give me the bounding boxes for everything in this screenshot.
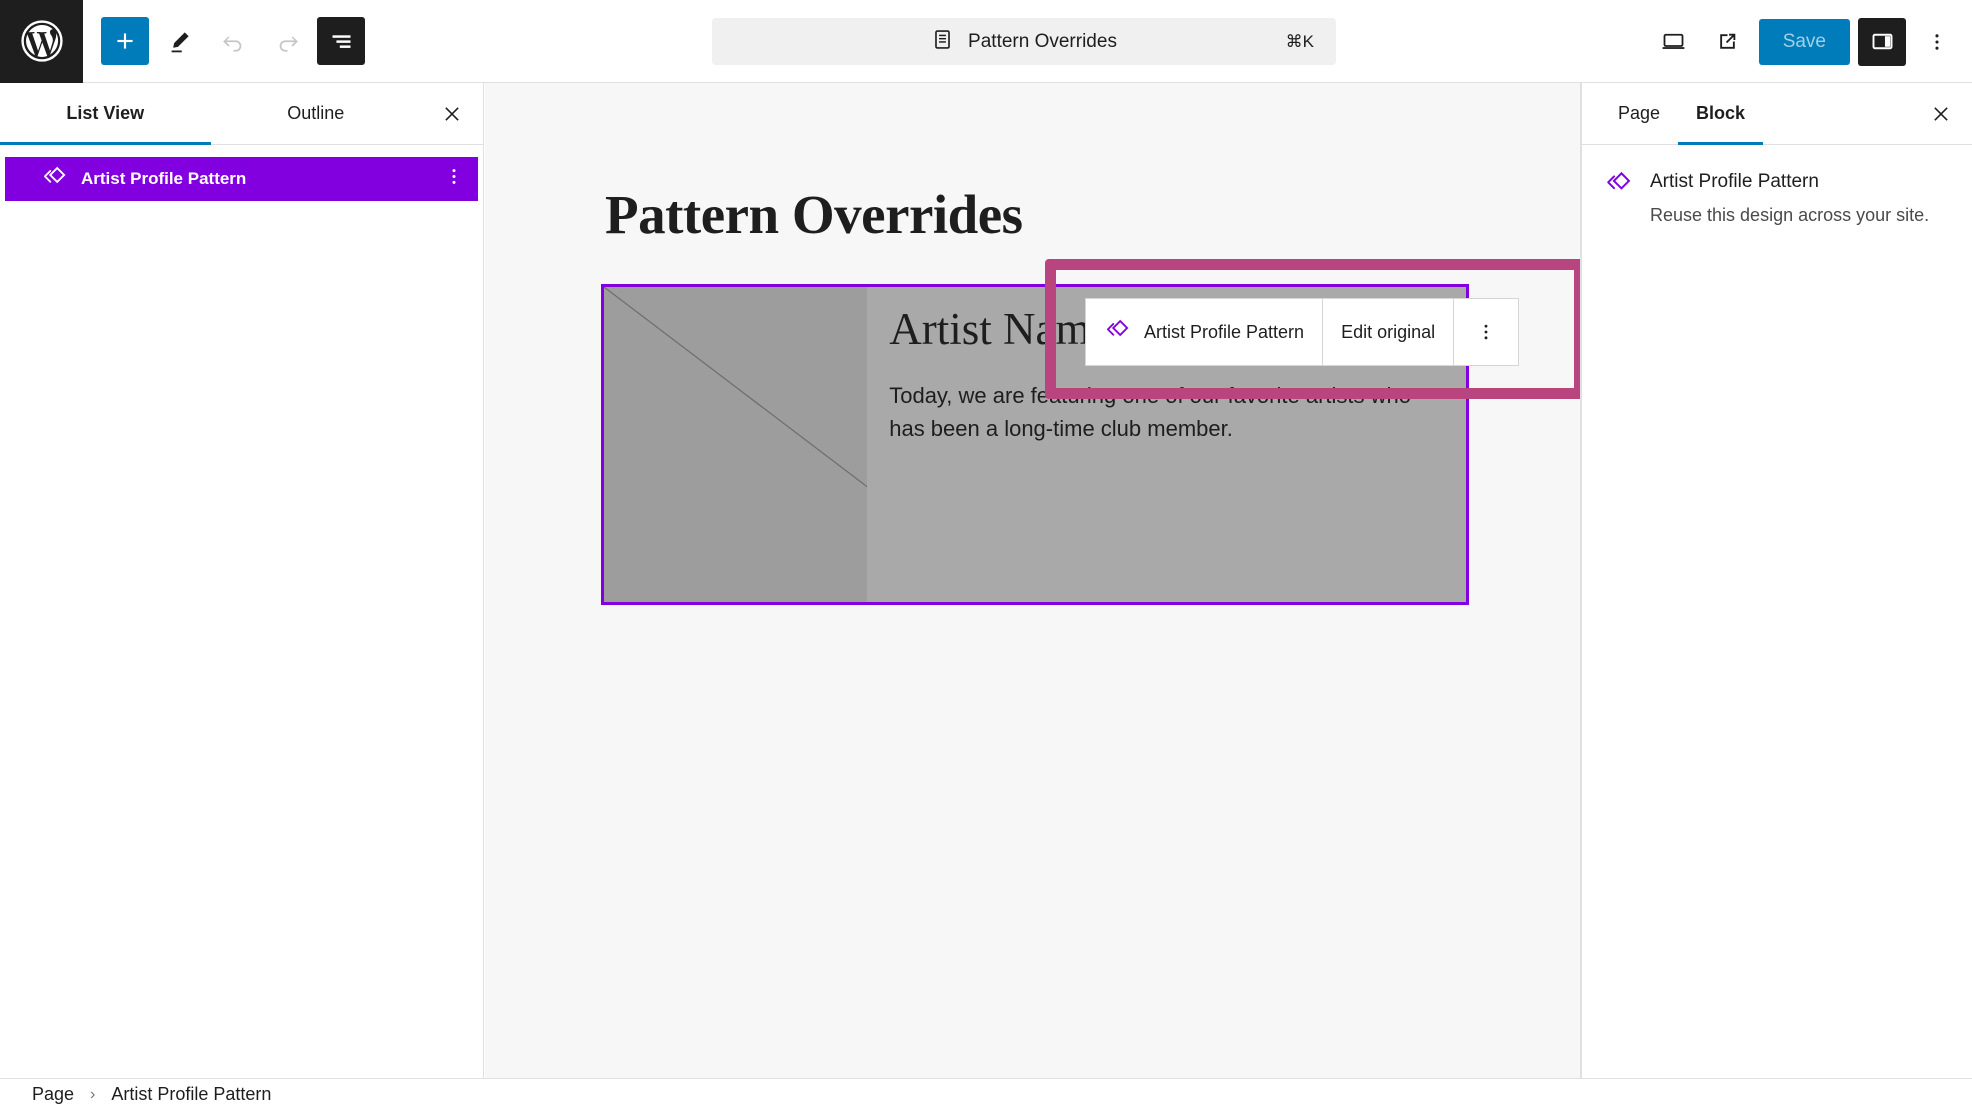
block-toolbar-pattern-label: Artist Profile Pattern [1144, 322, 1304, 343]
breadcrumb: Page › Artist Profile Pattern [0, 1078, 1972, 1110]
tab-page[interactable]: Page [1600, 83, 1678, 144]
pattern-icon [41, 164, 67, 195]
settings-sidebar: Page Block Artist Profile Pattern Reuse … [1581, 83, 1972, 1078]
block-info-title: Artist Profile Pattern [1650, 171, 1929, 193]
close-settings-icon[interactable] [1910, 83, 1972, 144]
more-options-icon[interactable] [1914, 19, 1960, 65]
document-overview-icon[interactable] [317, 17, 365, 65]
artist-description-paragraph[interactable]: Today, we are featuring one of our favor… [889, 379, 1442, 446]
page-document-icon [931, 28, 954, 56]
breadcrumb-item-artist-profile-pattern[interactable]: Artist Profile Pattern [111, 1084, 271, 1105]
page-title[interactable]: Pattern Overrides [605, 183, 1023, 246]
editor-canvas[interactable]: Pattern Overrides Artist Name To Go Here… [485, 83, 1581, 1078]
editor-header: Pattern Overrides ⌘K Save [0, 0, 1972, 83]
list-view-tabs: List View Outline [0, 83, 483, 145]
sidebar-toggle-icon[interactable] [1858, 18, 1906, 66]
breadcrumb-item-page[interactable]: Page [32, 1084, 74, 1105]
pattern-icon [1604, 169, 1632, 228]
redo-button[interactable] [263, 17, 311, 65]
save-button[interactable]: Save [1759, 19, 1850, 65]
add-block-button[interactable] [101, 17, 149, 65]
desktop-preview-icon[interactable] [1651, 19, 1697, 65]
block-editor-app: Pattern Overrides ⌘K Save [0, 0, 1972, 1110]
list-item-options-icon[interactable] [444, 167, 464, 192]
edit-original-button[interactable]: Edit original [1323, 299, 1454, 365]
header-left-toolbar [83, 17, 365, 65]
edit-tool-button[interactable] [155, 17, 203, 65]
command-bar-shortcut: ⌘K [1286, 32, 1314, 52]
undo-button[interactable] [209, 17, 257, 65]
tab-block[interactable]: Block [1678, 83, 1763, 144]
pattern-icon [1104, 317, 1130, 348]
header-right-toolbar: Save [1651, 0, 1960, 83]
tab-list-view[interactable]: List View [0, 83, 211, 144]
block-toolbar-pattern-button[interactable]: Artist Profile Pattern [1086, 299, 1323, 365]
command-bar-inner: Pattern Overrides [931, 28, 1117, 56]
list-view-panel: List View Outline Artist Profile Pattern [0, 83, 484, 1078]
list-item-label: Artist Profile Pattern [81, 169, 246, 189]
broken-image-placeholder-icon[interactable] [604, 287, 867, 602]
command-bar[interactable]: Pattern Overrides ⌘K [712, 18, 1336, 65]
block-info-description: Reuse this design across your site. [1650, 203, 1929, 228]
settings-tabs: Page Block [1582, 83, 1972, 145]
wordpress-logo-icon[interactable] [0, 0, 83, 83]
tab-outline[interactable]: Outline [211, 83, 422, 144]
block-toolbar-more-icon[interactable] [1454, 299, 1518, 365]
breadcrumb-separator: › [90, 1086, 95, 1104]
block-info-card: Artist Profile Pattern Reuse this design… [1582, 145, 1972, 228]
block-info-body: Artist Profile Pattern Reuse this design… [1650, 169, 1929, 228]
command-bar-title: Pattern Overrides [968, 31, 1117, 53]
list-item-artist-profile-pattern[interactable]: Artist Profile Pattern [5, 157, 478, 201]
block-toolbar: Artist Profile Pattern Edit original [1085, 298, 1519, 366]
external-link-icon[interactable] [1705, 19, 1751, 65]
close-list-view-icon[interactable] [421, 83, 483, 144]
